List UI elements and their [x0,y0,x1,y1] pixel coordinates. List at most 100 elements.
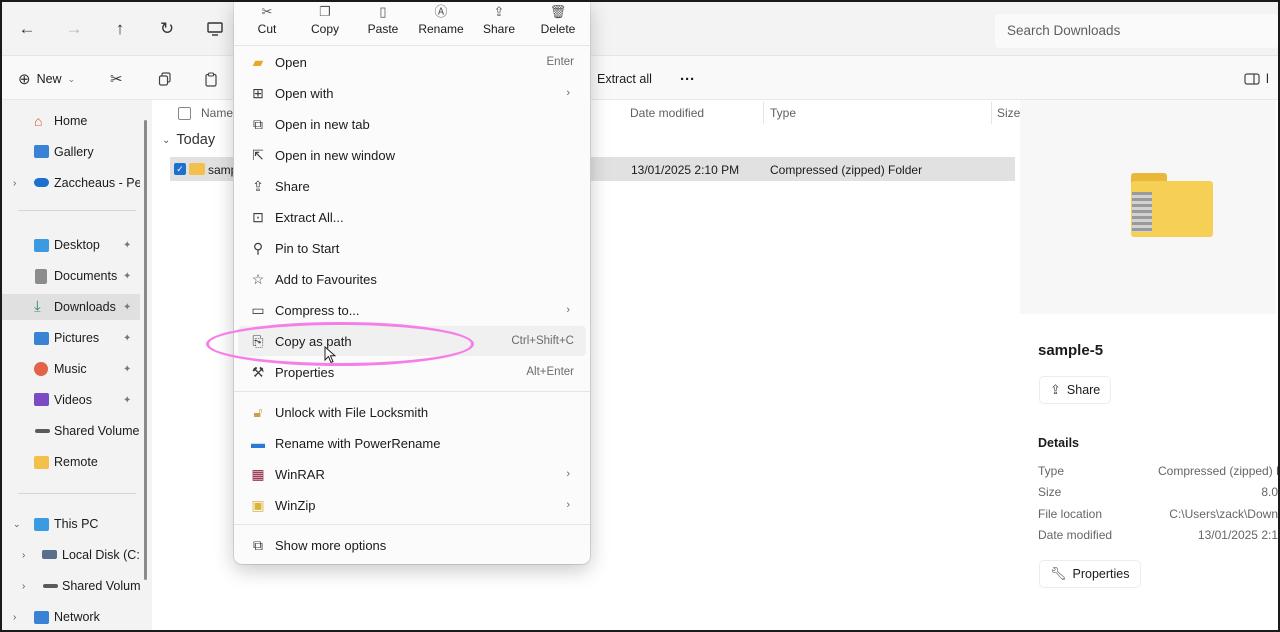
cut-toolbar-button[interactable]: ✂ [110,68,123,90]
copy-toolbar-button[interactable] [158,68,172,90]
details-modified-value: 13/01/2025 2:1 [1197,528,1278,542]
column-divider[interactable] [991,102,992,124]
column-divider[interactable] [763,102,764,124]
row-checkbox[interactable]: ✓ [174,163,186,175]
context-paste-button[interactable]: ▯ Paste [355,2,411,42]
chevron-down-icon: ⌄ [162,134,171,146]
sidebar-item-home[interactable]: ⌂ Home [2,108,140,134]
menu-item-winzip[interactable]: ▣ WinZip › [238,490,586,520]
group-header-today[interactable]: ⌄ Today [162,132,215,148]
navigation-bar: ← → ↑ ↻ Search Downloads [2,2,1278,56]
chevron-right-icon: › [13,177,17,189]
extract-all-button[interactable]: Extract all [597,68,652,90]
back-arrow-icon[interactable]: ← [14,16,40,42]
sidebar-item-label: Remote [54,455,98,469]
sidebar-scrollbar[interactable] [144,120,147,580]
menu-item-compress-to[interactable]: ▭ Compress to... › [238,295,586,325]
details-share-button[interactable]: ⇪ Share [1040,377,1111,403]
home-icon: ⌂ [34,113,43,129]
pin-icon[interactable]: ✦ [123,395,131,406]
sidebar-item-network[interactable]: › Network [2,604,140,630]
extract-all-label: Extract all [597,72,652,86]
search-input[interactable]: Search Downloads [995,14,1278,48]
sidebar-item-music[interactable]: Music ✦ [2,356,140,382]
details-modified-label: Date modified [1038,528,1113,542]
sidebar-item-downloads[interactable]: ⤓ Downloads ✦ [2,294,140,320]
sidebar-item-videos[interactable]: Videos ✦ [2,387,140,413]
context-delete-button[interactable]: 🗑︎ Delete [530,2,586,42]
select-all-checkbox[interactable] [178,106,191,120]
wrench-icon: 🔧︎ [1050,566,1067,581]
menu-item-extract-all[interactable]: ⊡ Extract All... [238,202,586,232]
sidebar-item-local-disk[interactable]: › Local Disk (C:) [2,542,140,568]
column-header-name[interactable]: Name [201,106,233,120]
refresh-icon[interactable]: ↻ [154,16,180,42]
sidebar-item-gallery[interactable]: Gallery [2,139,140,165]
pin-icon[interactable]: ✦ [123,364,131,375]
new-button[interactable]: ⊕ New ⌄ [18,68,75,90]
context-rename-button[interactable]: Ⓐ Rename [413,2,469,42]
sidebar-item-pictures[interactable]: Pictures ✦ [2,325,140,351]
sidebar-item-onedrive[interactable]: › Zaccheaus - Per [2,170,140,196]
column-header-date[interactable]: Date modified [630,100,704,126]
sidebar-item-label: Music [54,362,87,376]
sidebar-item-shared-volume-pc[interactable]: › Shared Volume [2,573,140,599]
menu-item-open-new-tab[interactable]: ⧉ Open in new tab [238,109,586,139]
pin-icon[interactable]: ✦ [123,271,131,282]
pin-icon[interactable]: ✦ [123,302,131,313]
chevron-down-icon: ⌄ [67,73,76,84]
context-menu-separator [234,45,590,46]
share-icon: ⇪ [252,177,264,194]
context-cut-button[interactable]: ✂ Cut [239,2,295,42]
clipboard-icon [205,71,217,87]
details-properties-button[interactable]: 🔧︎ Properties [1040,561,1140,587]
navigation-sidebar: ⌂ Home Gallery › Zaccheaus - Per Desktop… [2,100,152,630]
menu-item-power-rename[interactable]: ▬ Rename with PowerRename [238,428,586,458]
column-header-type-label: Type [770,106,797,120]
gallery-icon [34,145,49,158]
details-pane-icon [1244,73,1260,85]
details-location-label: File location [1038,507,1103,521]
column-header-type[interactable]: Type [770,100,796,126]
chevron-right-icon: › [22,549,26,561]
menu-item-pin-to-start[interactable]: ⚲ Pin to Start [238,233,586,263]
details-type-value: Compressed (zipped) F [1158,464,1278,478]
this-pc-monitor-icon[interactable] [202,16,228,42]
pin-icon: ⚲ [252,239,264,256]
sidebar-item-shared-volume[interactable]: Shared Volume ( [2,418,140,444]
sidebar-item-label: Pictures [54,331,100,345]
details-pane-toggle[interactable]: l [1244,68,1269,90]
sidebar-item-this-pc[interactable]: ⌄ This PC [2,511,140,537]
menu-item-show-more-options[interactable]: ⧉ Show more options [238,530,586,560]
menu-item-file-locksmith[interactable]: 🔓︎ Unlock with File Locksmith [238,397,586,427]
context-share-button[interactable]: ⇪ Share [471,2,527,42]
paste-toolbar-button[interactable] [204,68,218,90]
pin-icon[interactable]: ✦ [123,240,131,251]
copy-icon [158,72,171,86]
menu-item-shortcut: Alt+Enter [526,366,574,378]
column-header-size[interactable]: Size [997,100,1020,126]
forward-arrow-icon[interactable]: → [61,16,87,42]
sidebar-item-desktop[interactable]: Desktop ✦ [2,232,140,258]
sidebar-item-label: Videos [54,393,92,407]
menu-item-share[interactable]: ⇪ Share [238,171,586,201]
pin-icon[interactable]: ✦ [123,333,131,344]
up-arrow-icon[interactable]: ↑ [107,16,133,42]
menu-item-winrar[interactable]: ▦ WinRAR › [238,459,586,489]
row-date: 13/01/2025 2:10 PM [631,163,740,177]
menu-item-open-new-window[interactable]: ⇱ Open in new window [238,140,586,170]
menu-item-add-to-favourites[interactable]: ☆ Add to Favourites [238,264,586,294]
menu-item-label: Add to Favourites [275,271,377,287]
menu-item-open-with[interactable]: ⊞ Open with › [238,78,586,108]
drive-icon [43,584,58,588]
sidebar-item-remote[interactable]: Remote [2,449,140,475]
sidebar-item-documents[interactable]: Documents ✦ [2,263,140,289]
select-all-header[interactable]: Name [178,100,233,126]
open-with-icon: ⊞ [252,84,264,101]
chevron-right-icon: › [566,87,570,99]
menu-item-open[interactable]: ▰ Open Enter [238,47,586,77]
column-header-size-label: Size [997,106,1021,120]
cloud-icon [34,178,49,187]
more-options-button[interactable]: ··· [680,68,695,90]
context-copy-button[interactable]: ❐ Copy [297,2,353,42]
